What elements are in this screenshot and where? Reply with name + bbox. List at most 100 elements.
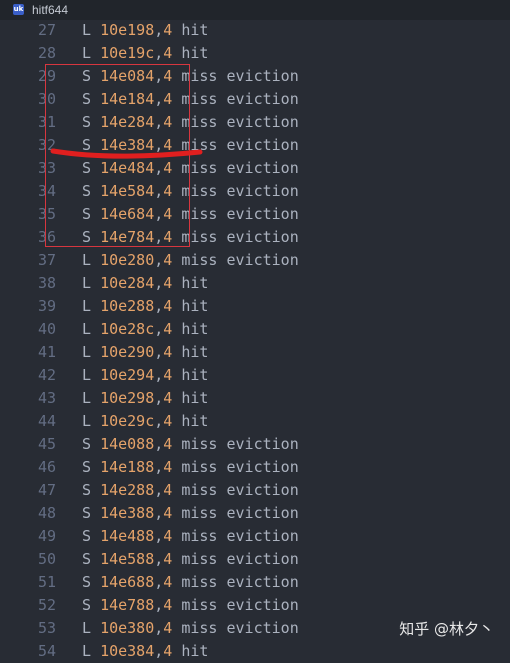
code-line[interactable]: 37 L 10e280,4 miss eviction bbox=[0, 249, 510, 272]
cache-result: miss eviction bbox=[181, 205, 299, 223]
address: 14e684 bbox=[100, 205, 155, 223]
code-line[interactable]: 44 L 10e29c,4 hit bbox=[0, 410, 510, 433]
cache-result: hit bbox=[181, 21, 209, 39]
code-line[interactable]: 43 L 10e298,4 hit bbox=[0, 387, 510, 410]
code-text: S 14e084,4 miss eviction bbox=[82, 67, 299, 85]
operation: S bbox=[82, 159, 92, 177]
code-line[interactable]: 47 S 14e288,4 miss eviction bbox=[0, 479, 510, 502]
code-line[interactable]: 33 S 14e484,4 miss eviction bbox=[0, 157, 510, 180]
address: 14e188 bbox=[100, 458, 155, 476]
operation: L bbox=[82, 251, 92, 269]
line-number: 40 bbox=[37, 320, 56, 338]
code-line[interactable]: 54 L 10e384,4 hit bbox=[0, 640, 510, 663]
line-number: 46 bbox=[37, 458, 56, 476]
line-number: 44 bbox=[37, 412, 56, 430]
cache-result: miss eviction bbox=[181, 113, 299, 131]
address: 10e380 bbox=[100, 619, 155, 637]
cache-result: hit bbox=[181, 44, 209, 62]
code-editor[interactable]: 27 L 10e198,4 hit 28 L 10e19c,4 hit 29 S 14e0… bbox=[0, 19, 510, 663]
cache-result: miss eviction bbox=[181, 435, 299, 453]
operation: S bbox=[82, 573, 92, 591]
cache-result: hit bbox=[181, 343, 209, 361]
code-line[interactable]: 39 L 10e288,4 hit bbox=[0, 295, 510, 318]
watermark: 知乎 @林夕丶 bbox=[399, 620, 494, 638]
code-line[interactable]: 45 S 14e088,4 miss eviction bbox=[0, 433, 510, 456]
access-size: 4 bbox=[163, 573, 173, 591]
operation: L bbox=[82, 619, 92, 637]
line-number: 29 bbox=[37, 67, 56, 85]
access-size: 4 bbox=[163, 596, 173, 614]
line-number: 38 bbox=[37, 274, 56, 292]
code-text: S 14e588,4 miss eviction bbox=[82, 550, 299, 568]
code-text: S 14e484,4 miss eviction bbox=[82, 159, 299, 177]
code-line[interactable]: 30 S 14e184,4 miss eviction bbox=[0, 88, 510, 111]
code-line[interactable]: 42 L 10e294,4 hit bbox=[0, 364, 510, 387]
access-size: 4 bbox=[163, 366, 173, 384]
code-text: S 14e188,4 miss eviction bbox=[82, 458, 299, 476]
code-text: S 14e184,4 miss eviction bbox=[82, 90, 299, 108]
cache-result: miss eviction bbox=[181, 159, 299, 177]
code-text: S 14e384,4 miss eviction bbox=[82, 136, 299, 154]
line-number: 32 bbox=[37, 136, 56, 154]
code-text: S 14e388,4 miss eviction bbox=[82, 504, 299, 522]
cache-result: miss eviction bbox=[181, 67, 299, 85]
operation: L bbox=[82, 297, 92, 315]
operation: S bbox=[82, 182, 92, 200]
code-line[interactable]: 38 L 10e284,4 hit bbox=[0, 272, 510, 295]
line-number: 35 bbox=[37, 205, 56, 223]
access-size: 4 bbox=[163, 320, 173, 338]
line-number: 53 bbox=[37, 619, 56, 637]
cache-result: miss eviction bbox=[181, 251, 299, 269]
code-line[interactable]: 28 L 10e19c,4 hit bbox=[0, 42, 510, 65]
tab-bar: uk hitf644 bbox=[0, 0, 510, 20]
code-line[interactable]: 35 S 14e684,4 miss eviction bbox=[0, 203, 510, 226]
cache-result: miss eviction bbox=[181, 550, 299, 568]
line-number: 51 bbox=[37, 573, 56, 591]
access-size: 4 bbox=[163, 67, 173, 85]
code-line[interactable]: 34 S 14e584,4 miss eviction bbox=[0, 180, 510, 203]
address: 10e284 bbox=[100, 274, 155, 292]
code-line[interactable]: 41 L 10e290,4 hit bbox=[0, 341, 510, 364]
code-line[interactable]: 46 S 14e188,4 miss eviction bbox=[0, 456, 510, 479]
access-size: 4 bbox=[163, 205, 173, 223]
address: 10e298 bbox=[100, 389, 155, 407]
access-size: 4 bbox=[163, 113, 173, 131]
operation: L bbox=[82, 44, 92, 62]
code-line[interactable]: 36 S 14e784,4 miss eviction bbox=[0, 226, 510, 249]
access-size: 4 bbox=[163, 90, 173, 108]
code-line[interactable]: 31 S 14e284,4 miss eviction bbox=[0, 111, 510, 134]
tab-title[interactable]: hitf644 bbox=[32, 2, 68, 18]
code-text: S 14e584,4 miss eviction bbox=[82, 182, 299, 200]
address: 10e198 bbox=[100, 21, 155, 39]
address: 10e294 bbox=[100, 366, 155, 384]
address: 10e280 bbox=[100, 251, 155, 269]
line-number: 27 bbox=[37, 21, 56, 39]
access-size: 4 bbox=[163, 504, 173, 522]
code-line[interactable]: 49 S 14e488,4 miss eviction bbox=[0, 525, 510, 548]
code-line[interactable]: 48 S 14e388,4 miss eviction bbox=[0, 502, 510, 525]
access-size: 4 bbox=[163, 21, 173, 39]
code-text: S 14e688,4 miss eviction bbox=[82, 573, 299, 591]
code-line[interactable]: 50 S 14e588,4 miss eviction bbox=[0, 548, 510, 571]
code-line[interactable]: 40 L 10e28c,4 hit bbox=[0, 318, 510, 341]
code-line[interactable]: 27 L 10e198,4 hit bbox=[0, 19, 510, 42]
access-size: 4 bbox=[163, 251, 173, 269]
line-number: 39 bbox=[37, 297, 56, 315]
code-line[interactable]: 29 S 14e084,4 miss eviction bbox=[0, 65, 510, 88]
cache-result: miss eviction bbox=[181, 527, 299, 545]
access-size: 4 bbox=[163, 642, 173, 660]
operation: L bbox=[82, 21, 92, 39]
code-line[interactable]: 52 S 14e788,4 miss eviction bbox=[0, 594, 510, 617]
code-line[interactable]: 51 S 14e688,4 miss eviction bbox=[0, 571, 510, 594]
cache-result: miss eviction bbox=[181, 458, 299, 476]
line-number: 30 bbox=[37, 90, 56, 108]
access-size: 4 bbox=[163, 297, 173, 315]
code-line[interactable]: 32 S 14e384,4 miss eviction bbox=[0, 134, 510, 157]
code-text: L 10e28c,4 hit bbox=[82, 320, 209, 338]
address: 10e28c bbox=[100, 320, 155, 338]
address: 10e19c bbox=[100, 44, 155, 62]
line-number: 31 bbox=[37, 113, 56, 131]
operation: S bbox=[82, 67, 92, 85]
access-size: 4 bbox=[163, 619, 173, 637]
address: 14e588 bbox=[100, 550, 155, 568]
